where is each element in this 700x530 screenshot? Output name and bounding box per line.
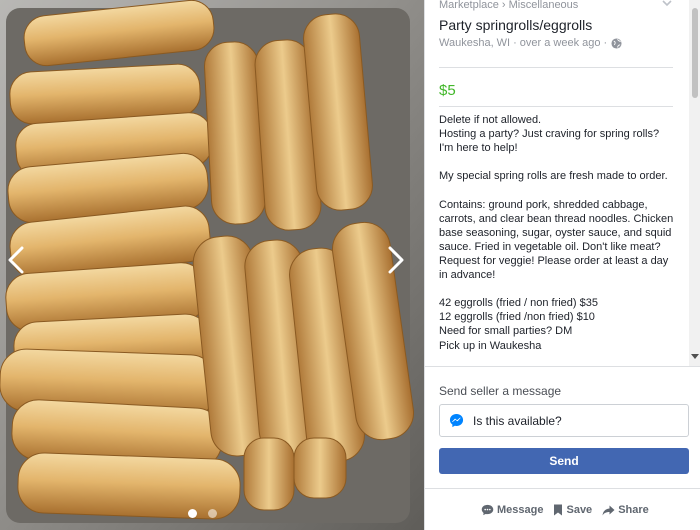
breadcrumb: Marketplace › Miscellaneous [439, 0, 578, 11]
message-action[interactable]: Message [481, 504, 543, 516]
photo-viewer [0, 0, 424, 530]
meta-separator: · [513, 37, 517, 49]
details-scrollbar[interactable] [689, 0, 700, 366]
scrollbar-thumb[interactable] [692, 8, 698, 98]
listing-price: $5 [439, 82, 456, 99]
bookmark-icon [554, 504, 563, 516]
listing-actions: Message Save Share [481, 504, 649, 516]
message-seller-section: Send seller a message Is this available?… [425, 366, 700, 530]
message-action-label: Message [497, 504, 544, 516]
message-heading: Send seller a message [439, 384, 562, 398]
save-action[interactable]: Save [553, 504, 592, 516]
photo-dot-2[interactable] [208, 509, 217, 518]
breadcrumb-category[interactable]: Miscellaneous [509, 0, 579, 11]
title-divider [439, 67, 673, 68]
listing-meta: Waukesha, WI · over a week ago · [439, 37, 622, 49]
listing-title: Party springrolls/eggrolls [439, 17, 593, 33]
globe-icon [611, 37, 622, 49]
listing-photo [0, 0, 424, 530]
listing-posted-time: over a week ago [519, 37, 601, 49]
message-input[interactable]: Is this available? [439, 404, 689, 437]
photo-dot-1[interactable] [188, 509, 197, 518]
listing-location[interactable]: Waukesha, WI [439, 37, 510, 49]
listing-panel: Marketplace › Miscellaneous Party springro… [424, 0, 700, 530]
save-action-label: Save [566, 504, 593, 516]
photo-pagination [188, 509, 217, 518]
meta-separator-2: · [603, 37, 608, 49]
next-arrow-icon[interactable] [384, 240, 408, 280]
listing-details: Marketplace › Miscellaneous Party springro… [425, 0, 700, 366]
price-divider [439, 106, 673, 107]
breadcrumb-marketplace[interactable]: Marketplace [439, 0, 499, 11]
share-arrow-icon [602, 505, 615, 515]
message-input-value: Is this available? [473, 413, 562, 428]
share-action[interactable]: Share [602, 504, 649, 516]
listing-description: Delete if not allowed. Hosting a party? … [439, 114, 674, 352]
breadcrumb-separator: › [501, 0, 506, 11]
prev-arrow-icon[interactable] [4, 240, 28, 280]
scroll-down-arrow-icon[interactable] [691, 352, 699, 360]
send-button[interactable]: Send [439, 448, 689, 474]
speech-bubble-icon [481, 504, 494, 516]
actions-divider [425, 488, 700, 489]
share-action-label: Share [618, 504, 649, 516]
chevron-down-icon[interactable] [661, 0, 673, 8]
messenger-icon [449, 413, 464, 428]
